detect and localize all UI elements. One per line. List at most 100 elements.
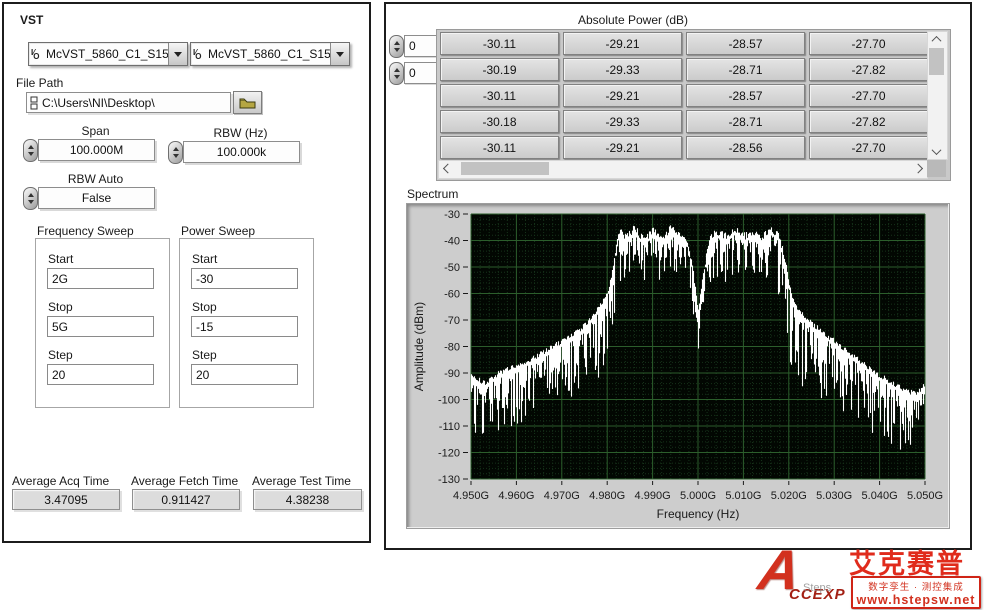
vst-label: VST (20, 13, 43, 27)
svg-text:-40: -40 (444, 236, 460, 248)
freq-step-input[interactable]: 20 (47, 364, 154, 385)
table-cell-4-0[interactable]: -30.11 (440, 136, 559, 159)
hscroll-thumb[interactable] (461, 162, 549, 175)
table-cell-2-3[interactable]: -27.70 (809, 84, 928, 107)
path-type-icon (30, 96, 40, 110)
svg-text:4.960G: 4.960G (498, 490, 534, 502)
svg-text:Amplitude (dBm): Amplitude (dBm) (412, 302, 426, 391)
avg-acq-time-label: Average Acq Time (12, 474, 109, 488)
table-row-index-spinner[interactable] (389, 35, 404, 58)
increment-icon[interactable] (28, 190, 34, 197)
scroll-up-button[interactable] (928, 32, 945, 47)
vst-device-selector-0-value[interactable]: McVST_5860_C1_S15/0 (44, 47, 168, 61)
browse-folder-button[interactable] (233, 91, 262, 114)
frequency-sweep-label: Frequency Sweep (37, 224, 134, 238)
decrement-icon[interactable] (394, 48, 400, 55)
table-cell-3-3[interactable]: -27.82 (809, 110, 928, 133)
avg-acq-time-value: 3.47095 (12, 489, 120, 510)
screen: VST I⁄ O McVST_5860_C1_S15/0 I⁄ O McVST_… (0, 0, 984, 610)
dropdown-arrow-button[interactable] (330, 43, 349, 65)
table-cell-3-2[interactable]: -28.71 (686, 110, 805, 133)
spectrum-graph-label: Spectrum (407, 187, 458, 201)
power-step-input[interactable]: 20 (191, 364, 298, 385)
span-input[interactable]: 100.000M (38, 139, 155, 161)
rbw-input[interactable]: 100.000k (183, 141, 300, 163)
vendor-watermark: A CCEXP 艾克赛普 数字孪生 · 测控集成 www.hstepsw.net… (753, 540, 984, 610)
scrollbar-corner (927, 160, 946, 177)
increment-icon[interactable] (394, 38, 400, 45)
table-cell-1-2[interactable]: -28.71 (686, 58, 805, 81)
svg-text:-60: -60 (444, 289, 460, 301)
svg-text:4.950G: 4.950G (453, 490, 489, 502)
avg-fetch-time-value: 0.911427 (132, 489, 240, 510)
table-cell-0-3[interactable]: -27.70 (809, 32, 928, 55)
svg-text:5.000G: 5.000G (680, 490, 716, 502)
increment-icon[interactable] (28, 142, 34, 149)
file-path-value[interactable]: C:\Users\NI\Desktop\ (42, 96, 155, 110)
vst-device-selector-1-value[interactable]: McVST_5860_C1_S15/1 (206, 47, 330, 61)
vst-device-selector-1[interactable]: I⁄ O McVST_5860_C1_S15/1 (190, 42, 350, 66)
avg-test-time-value: 4.38238 (253, 489, 362, 510)
increment-icon[interactable] (173, 144, 179, 151)
table-vscrollbar[interactable] (927, 31, 948, 160)
svg-text:5.050G: 5.050G (907, 490, 943, 502)
freq-stop-input[interactable]: 5G (47, 316, 154, 337)
scroll-left-button[interactable] (439, 161, 454, 176)
avg-fetch-time-label: Average Fetch Time (131, 474, 238, 488)
table-cell-4-1[interactable]: -29.21 (563, 136, 682, 159)
increment-icon[interactable] (394, 65, 400, 72)
table-cell-3-1[interactable]: -29.33 (563, 110, 682, 133)
table-cell-3-0[interactable]: -30.18 (440, 110, 559, 133)
dropdown-arrow-button[interactable] (168, 43, 187, 65)
table-cell-1-3[interactable]: -27.82 (809, 58, 928, 81)
chevron-down-icon (336, 52, 344, 61)
decrement-icon[interactable] (28, 200, 34, 207)
table-cell-1-1[interactable]: -29.33 (563, 58, 682, 81)
chevron-down-icon (174, 52, 182, 61)
svg-text:5.010G: 5.010G (725, 490, 761, 502)
power-start-input[interactable]: -30 (191, 268, 298, 289)
scroll-right-button[interactable] (912, 161, 927, 176)
chevron-down-icon (932, 145, 942, 155)
svg-text:-80: -80 (444, 342, 460, 354)
freq-stop-label: Stop (48, 300, 73, 314)
table-cell-0-1[interactable]: -29.21 (563, 32, 682, 55)
table-cell-2-0[interactable]: -30.11 (440, 84, 559, 107)
svg-text:-30: -30 (444, 209, 460, 221)
chevron-up-icon (932, 36, 942, 46)
svg-text:4.970G: 4.970G (544, 490, 580, 502)
rbw-auto-input[interactable]: False (38, 187, 155, 209)
table-cell-4-3[interactable]: -27.70 (809, 136, 928, 159)
rbw-spinner[interactable] (168, 141, 183, 164)
power-stop-input[interactable]: -15 (191, 316, 298, 337)
table-cell-0-2[interactable]: -28.57 (686, 32, 805, 55)
svg-text:-110: -110 (439, 421, 460, 433)
vscroll-thumb[interactable] (929, 48, 944, 75)
decrement-icon[interactable] (394, 75, 400, 82)
table-cell-1-0[interactable]: -30.19 (440, 58, 559, 81)
rbw-auto-spinner[interactable] (23, 187, 38, 210)
freq-start-label: Start (48, 252, 73, 266)
scroll-down-button[interactable] (928, 144, 945, 159)
power-sweep-label: Power Sweep (181, 224, 255, 238)
vst-device-selector-0[interactable]: I⁄ O McVST_5860_C1_S15/0 (28, 42, 188, 66)
file-path-input[interactable]: C:\Users\NI\Desktop\ (26, 92, 231, 113)
power-stop-label: Stop (192, 300, 217, 314)
table-cell-4-2[interactable]: -28.56 (686, 136, 805, 159)
rbw-label: RBW (Hz) (183, 126, 298, 140)
svg-text:5.030G: 5.030G (816, 490, 852, 502)
frequency-sweep-group: Start 2G Stop 5G Step 20 (35, 238, 170, 408)
watermark-overlay-text: Steps (803, 582, 831, 594)
decrement-icon[interactable] (28, 152, 34, 159)
results-panel: Absolute Power (dB) 0 0 -30.11-29.21-28.… (384, 2, 972, 550)
freq-start-input[interactable]: 2G (47, 268, 154, 289)
control-panel: VST I⁄ O McVST_5860_C1_S15/0 I⁄ O McVST_… (2, 2, 371, 543)
table-cell-2-1[interactable]: -29.21 (563, 84, 682, 107)
table-cell-0-0[interactable]: -30.11 (440, 32, 559, 55)
avg-test-time-label: Average Test Time (252, 474, 351, 488)
table-hscrollbar[interactable] (438, 160, 928, 179)
table-col-index-spinner[interactable] (389, 62, 404, 85)
span-spinner[interactable] (23, 139, 38, 162)
table-cell-2-2[interactable]: -28.57 (686, 84, 805, 107)
decrement-icon[interactable] (173, 154, 179, 161)
